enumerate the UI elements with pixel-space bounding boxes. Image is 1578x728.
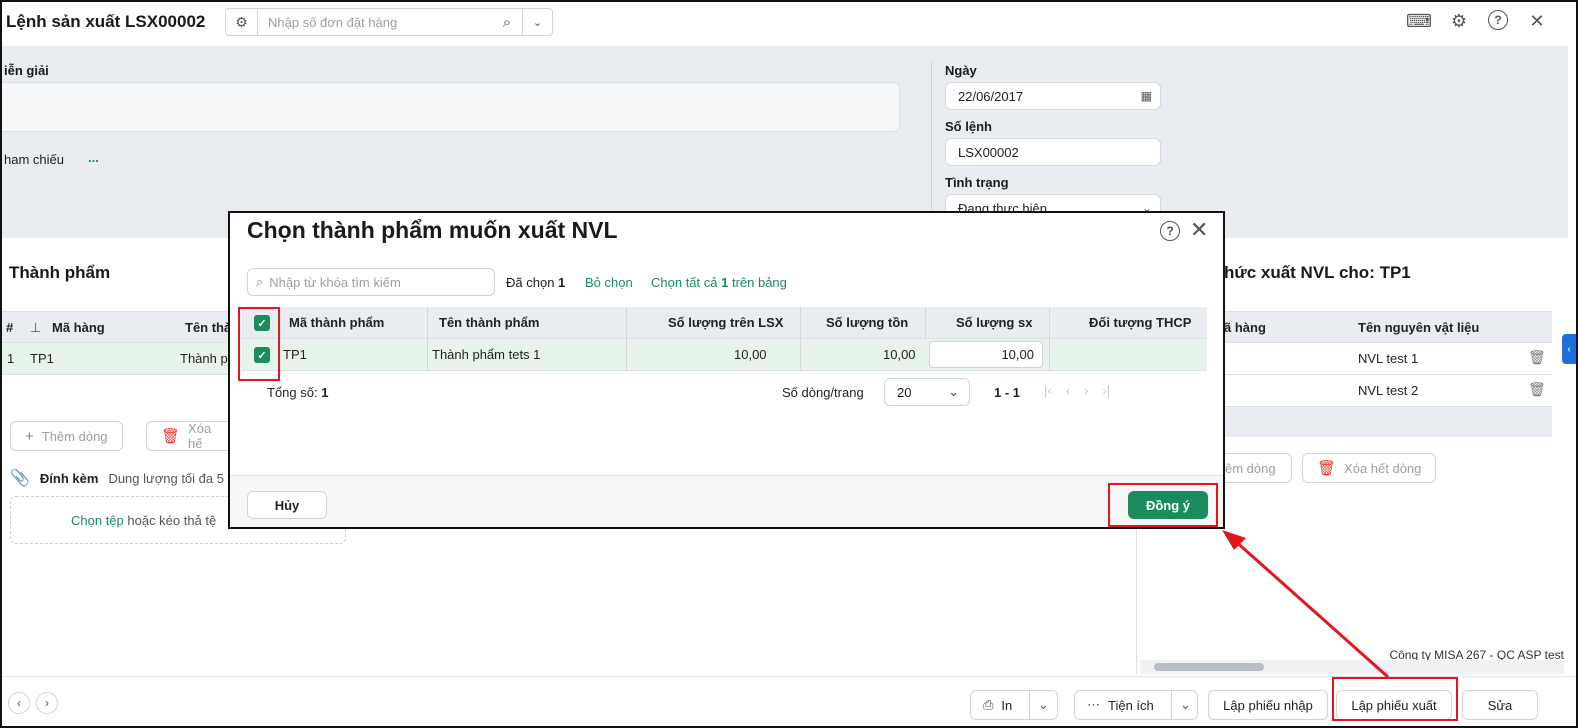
- app-window: Lệnh sản xuất LSX00002 ⚙ ⌕ ⌄ ⌨ ⚙ ? ✕ iễn…: [0, 0, 1578, 728]
- annotation-arrow: [1222, 530, 1389, 679]
